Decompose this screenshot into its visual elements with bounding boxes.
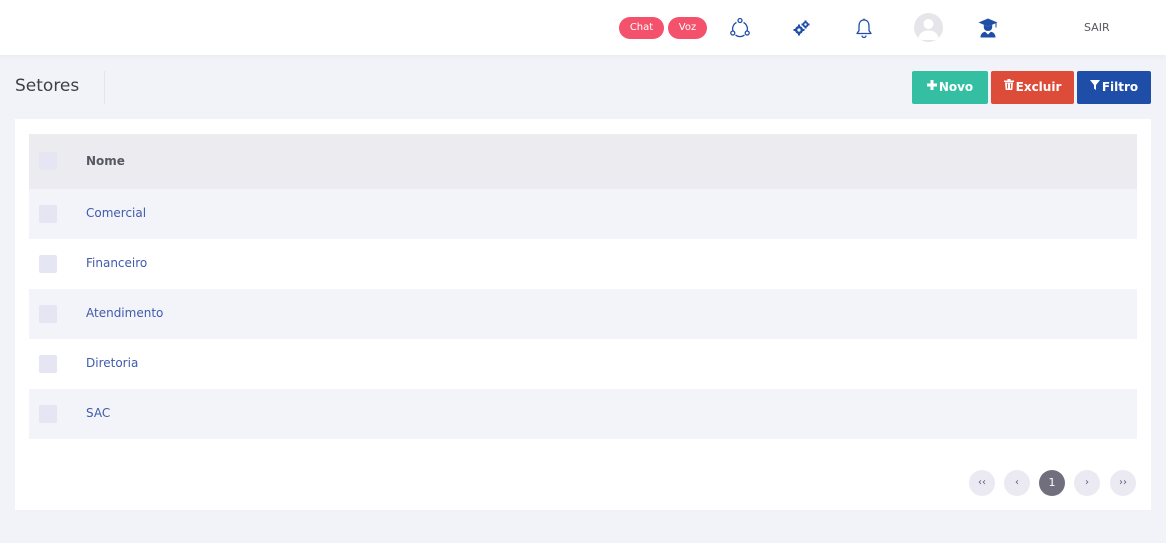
pagination-page-1[interactable]: 1 [1039,470,1065,496]
title-separator [104,71,105,104]
gears-icon[interactable] [790,16,814,40]
pagination-first-button[interactable]: ‹‹ [969,470,995,496]
novo-button[interactable]: Novo [912,71,988,104]
pagination-prev-button[interactable]: ‹ [1004,470,1030,496]
chat-button[interactable]: Chat [619,17,664,39]
excluir-label: Excluir [1015,80,1062,94]
row-checkbox[interactable] [39,405,57,423]
user-avatar[interactable] [914,13,943,42]
page-title: Setores [15,76,80,96]
plus-icon [926,70,937,103]
table-row: Diretoria [29,339,1137,389]
filtro-label: Filtro [1101,80,1139,94]
network-icon[interactable] [728,16,752,40]
row-link[interactable]: Atendimento [86,306,163,320]
table-row: Financeiro [29,239,1137,289]
row-link[interactable]: Diretoria [86,356,138,370]
filter-icon [1089,70,1100,103]
logout-link[interactable]: SAIR [1084,21,1110,34]
row-checkbox[interactable] [39,255,57,273]
trash-icon [1003,70,1014,103]
bell-icon[interactable] [852,16,876,40]
row-checkbox[interactable] [39,205,57,223]
filtro-button[interactable]: Filtro [1077,71,1151,104]
table-row: SAC [29,389,1137,439]
row-checkbox[interactable] [39,355,57,373]
table-header: Nome [29,134,1137,189]
row-checkbox[interactable] [39,305,57,323]
row-link[interactable]: SAC [86,406,110,420]
voz-button[interactable]: Voz [668,17,707,39]
content-card: Nome Comercial Financeiro Atendimento Di… [15,119,1151,510]
row-link[interactable]: Comercial [86,206,146,220]
pagination-last-button[interactable]: ›› [1110,470,1136,496]
select-all-checkbox[interactable] [39,152,57,170]
graduate-icon[interactable] [976,16,1000,40]
pagination-next-button[interactable]: › [1074,470,1100,496]
novo-label: Novo [938,80,974,94]
excluir-button[interactable]: Excluir [991,71,1074,104]
column-header-nome[interactable]: Nome [86,154,125,168]
table-row: Comercial [29,189,1137,239]
row-link[interactable]: Financeiro [86,256,147,270]
table-row: Atendimento [29,289,1137,339]
top-navbar: Chat Voz SAIR [0,0,1166,55]
